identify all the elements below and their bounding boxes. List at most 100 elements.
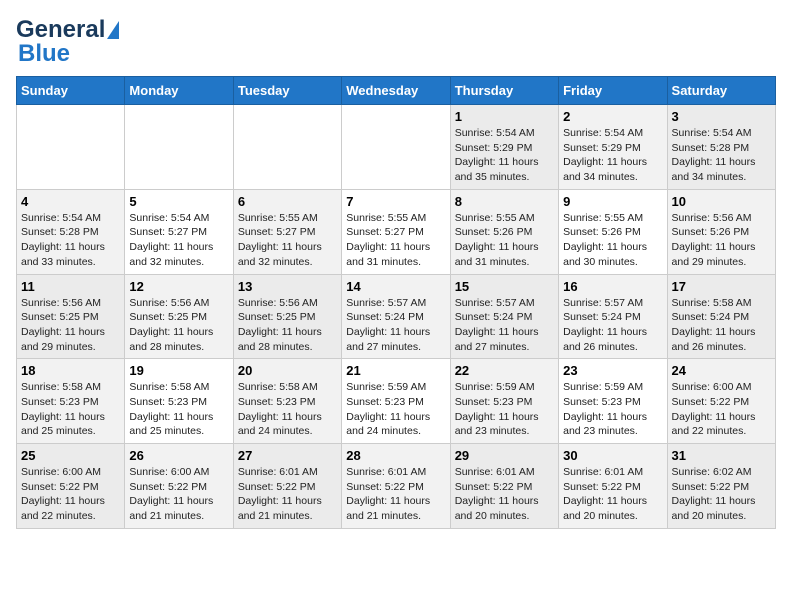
calendar-cell: 10 Sunrise: 5:56 AM Sunset: 5:26 PM Dayli… <box>667 189 775 274</box>
calendar-table: SundayMondayTuesdayWednesdayThursdayFrid… <box>16 76 776 529</box>
day-number: 7 <box>346 194 445 209</box>
calendar-cell: 4 Sunrise: 5:54 AM Sunset: 5:28 PM Daylig… <box>17 189 125 274</box>
day-info: Sunrise: 5:59 AM Sunset: 5:23 PM Dayligh… <box>563 380 662 439</box>
day-number: 24 <box>672 363 771 378</box>
day-info: Sunrise: 5:59 AM Sunset: 5:23 PM Dayligh… <box>346 380 445 439</box>
calendar-cell: 18 Sunrise: 5:58 AM Sunset: 5:23 PM Dayli… <box>17 359 125 444</box>
day-info: Sunrise: 6:00 AM Sunset: 5:22 PM Dayligh… <box>21 465 120 524</box>
calendar-cell: 25 Sunrise: 6:00 AM Sunset: 5:22 PM Dayli… <box>17 444 125 529</box>
day-number: 13 <box>238 279 337 294</box>
day-info: Sunrise: 5:57 AM Sunset: 5:24 PM Dayligh… <box>455 296 554 355</box>
day-info: Sunrise: 5:56 AM Sunset: 5:26 PM Dayligh… <box>672 211 771 270</box>
calendar-cell <box>233 105 341 190</box>
calendar-cell: 28Sunrise: 6:01 AM Sunset: 5:22 PM Dayli… <box>342 444 450 529</box>
calendar-cell: 15 Sunrise: 5:57 AM Sunset: 5:24 PM Dayli… <box>450 274 558 359</box>
day-info: Sunrise: 6:00 AM Sunset: 5:22 PM Dayligh… <box>129 465 228 524</box>
day-info: Sunrise: 5:56 AM Sunset: 5:25 PM Dayligh… <box>238 296 337 355</box>
day-info: Sunrise: 5:57 AM Sunset: 5:24 PM Dayligh… <box>563 296 662 355</box>
day-info: Sunrise: 5:58 AM Sunset: 5:23 PM Dayligh… <box>129 380 228 439</box>
day-info: Sunrise: 5:55 AM Sunset: 5:26 PM Dayligh… <box>455 211 554 270</box>
day-number: 2 <box>563 109 662 124</box>
day-number: 9 <box>563 194 662 209</box>
calendar-cell: 1Sunrise: 5:54 AM Sunset: 5:29 PM Daylig… <box>450 105 558 190</box>
day-info: Sunrise: 6:01 AM Sunset: 5:22 PM Dayligh… <box>455 465 554 524</box>
calendar-week-1: 1Sunrise: 5:54 AM Sunset: 5:29 PM Daylig… <box>17 105 776 190</box>
day-number: 6 <box>238 194 337 209</box>
day-number: 20 <box>238 363 337 378</box>
day-number: 21 <box>346 363 445 378</box>
calendar-cell: 23 Sunrise: 5:59 AM Sunset: 5:23 PM Dayli… <box>559 359 667 444</box>
day-header-wednesday: Wednesday <box>342 77 450 105</box>
day-info: Sunrise: 6:00 AM Sunset: 5:22 PM Dayligh… <box>672 380 771 439</box>
calendar-cell: 11 Sunrise: 5:56 AM Sunset: 5:25 PM Dayli… <box>17 274 125 359</box>
calendar-cell: 13 Sunrise: 5:56 AM Sunset: 5:25 PM Dayli… <box>233 274 341 359</box>
calendar-cell: 8 Sunrise: 5:55 AM Sunset: 5:26 PM Daylig… <box>450 189 558 274</box>
day-info: Sunrise: 5:58 AM Sunset: 5:23 PM Dayligh… <box>238 380 337 439</box>
calendar-cell <box>342 105 450 190</box>
day-number: 8 <box>455 194 554 209</box>
day-header-tuesday: Tuesday <box>233 77 341 105</box>
day-number: 27 <box>238 448 337 463</box>
calendar-cell: 19 Sunrise: 5:58 AM Sunset: 5:23 PM Dayli… <box>125 359 233 444</box>
calendar-cell: 17 Sunrise: 5:58 AM Sunset: 5:24 PM Dayli… <box>667 274 775 359</box>
day-number: 18 <box>21 363 120 378</box>
day-header-monday: Monday <box>125 77 233 105</box>
day-header-sunday: Sunday <box>17 77 125 105</box>
day-info: Sunrise: 5:54 AM Sunset: 5:28 PM Dayligh… <box>21 211 120 270</box>
calendar-cell: 6 Sunrise: 5:55 AM Sunset: 5:27 PM Daylig… <box>233 189 341 274</box>
logo: General Blue <box>16 16 119 68</box>
logo-arrow-icon <box>107 21 119 39</box>
day-info: Sunrise: 6:01 AM Sunset: 5:22 PM Dayligh… <box>563 465 662 524</box>
day-number: 30 <box>563 448 662 463</box>
day-info: Sunrise: 5:58 AM Sunset: 5:24 PM Dayligh… <box>672 296 771 355</box>
day-number: 15 <box>455 279 554 294</box>
day-info: Sunrise: 5:55 AM Sunset: 5:27 PM Dayligh… <box>346 211 445 270</box>
day-info: Sunrise: 6:01 AM Sunset: 5:22 PM Dayligh… <box>346 465 445 524</box>
calendar-cell: 9 Sunrise: 5:55 AM Sunset: 5:26 PM Daylig… <box>559 189 667 274</box>
day-number: 4 <box>21 194 120 209</box>
day-number: 5 <box>129 194 228 209</box>
day-number: 12 <box>129 279 228 294</box>
calendar-cell: 26 Sunrise: 6:00 AM Sunset: 5:22 PM Dayli… <box>125 444 233 529</box>
day-info: Sunrise: 5:54 AM Sunset: 5:27 PM Dayligh… <box>129 211 228 270</box>
calendar-cell: 30 Sunrise: 6:01 AM Sunset: 5:22 PM Dayli… <box>559 444 667 529</box>
page-header: General Blue <box>16 16 776 68</box>
calendar-week-4: 18 Sunrise: 5:58 AM Sunset: 5:23 PM Dayli… <box>17 359 776 444</box>
day-info: Sunrise: 5:56 AM Sunset: 5:25 PM Dayligh… <box>129 296 228 355</box>
day-header-friday: Friday <box>559 77 667 105</box>
day-number: 17 <box>672 279 771 294</box>
day-number: 29 <box>455 448 554 463</box>
day-number: 31 <box>672 448 771 463</box>
day-number: 1 <box>455 109 554 124</box>
calendar-cell: 5 Sunrise: 5:54 AM Sunset: 5:27 PM Daylig… <box>125 189 233 274</box>
day-number: 16 <box>563 279 662 294</box>
calendar-cell: 20 Sunrise: 5:58 AM Sunset: 5:23 PM Dayli… <box>233 359 341 444</box>
calendar-cell: 31 Sunrise: 6:02 AM Sunset: 5:22 PM Dayli… <box>667 444 775 529</box>
calendar-cell: 7 Sunrise: 5:55 AM Sunset: 5:27 PM Daylig… <box>342 189 450 274</box>
day-number: 10 <box>672 194 771 209</box>
calendar-cell: 16 Sunrise: 5:57 AM Sunset: 5:24 PM Dayli… <box>559 274 667 359</box>
calendar-cell: 2Sunrise: 5:54 AM Sunset: 5:29 PM Daylig… <box>559 105 667 190</box>
day-info: Sunrise: 5:55 AM Sunset: 5:26 PM Dayligh… <box>563 211 662 270</box>
calendar-cell: 14 Sunrise: 5:57 AM Sunset: 5:24 PM Dayli… <box>342 274 450 359</box>
calendar-cell: 27Sunrise: 6:01 AM Sunset: 5:22 PM Dayli… <box>233 444 341 529</box>
logo-blue: Blue <box>18 40 70 68</box>
calendar-header-row: SundayMondayTuesdayWednesdayThursdayFrid… <box>17 77 776 105</box>
day-number: 19 <box>129 363 228 378</box>
calendar-week-5: 25 Sunrise: 6:00 AM Sunset: 5:22 PM Dayli… <box>17 444 776 529</box>
calendar-cell: 21 Sunrise: 5:59 AM Sunset: 5:23 PM Dayli… <box>342 359 450 444</box>
day-number: 11 <box>21 279 120 294</box>
day-header-thursday: Thursday <box>450 77 558 105</box>
day-number: 26 <box>129 448 228 463</box>
day-number: 23 <box>563 363 662 378</box>
day-info: Sunrise: 5:56 AM Sunset: 5:25 PM Dayligh… <box>21 296 120 355</box>
day-number: 14 <box>346 279 445 294</box>
day-info: Sunrise: 5:57 AM Sunset: 5:24 PM Dayligh… <box>346 296 445 355</box>
day-info: Sunrise: 5:55 AM Sunset: 5:27 PM Dayligh… <box>238 211 337 270</box>
day-info: Sunrise: 6:02 AM Sunset: 5:22 PM Dayligh… <box>672 465 771 524</box>
day-info: Sunrise: 5:58 AM Sunset: 5:23 PM Dayligh… <box>21 380 120 439</box>
day-number: 25 <box>21 448 120 463</box>
calendar-cell: 3Sunrise: 5:54 AM Sunset: 5:28 PM Daylig… <box>667 105 775 190</box>
calendar-week-2: 4 Sunrise: 5:54 AM Sunset: 5:28 PM Daylig… <box>17 189 776 274</box>
calendar-cell: 22Sunrise: 5:59 AM Sunset: 5:23 PM Dayli… <box>450 359 558 444</box>
